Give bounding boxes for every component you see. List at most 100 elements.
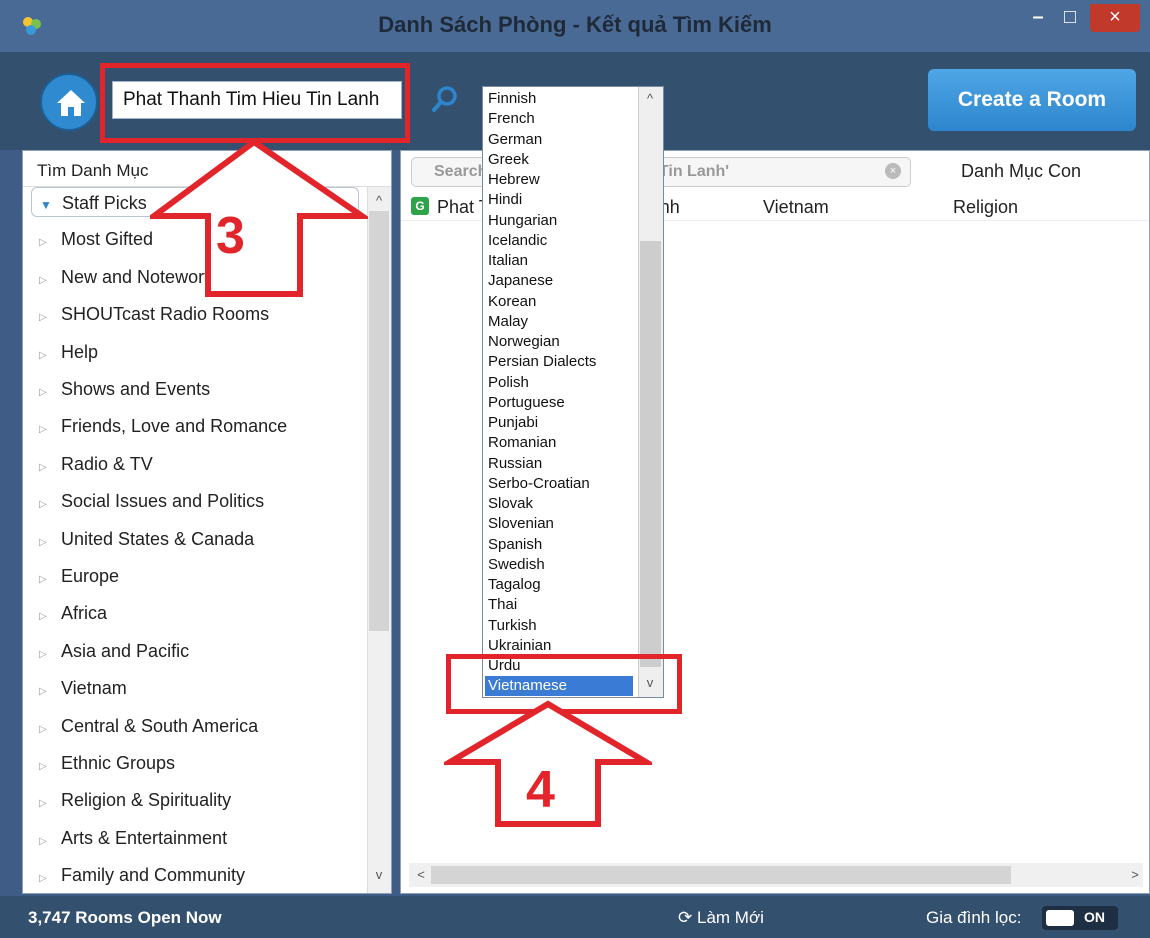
category-label: Shows and Events: [61, 379, 211, 399]
language-option[interactable]: German: [488, 130, 638, 150]
category-label: United States & Canada: [61, 528, 255, 549]
language-option[interactable]: Hungarian: [488, 211, 638, 231]
language-option[interactable]: Romanian: [488, 433, 638, 453]
language-option[interactable]: Japanese: [488, 271, 638, 291]
close-button[interactable]: ×: [1090, 4, 1140, 32]
language-option[interactable]: Polish: [488, 373, 638, 393]
search-icon[interactable]: [430, 84, 460, 114]
toggle-knob: [1046, 910, 1074, 926]
dropdown-scroll-thumb[interactable]: [640, 241, 661, 667]
language-option[interactable]: Slovenian: [488, 514, 638, 534]
language-option[interactable]: Serbo-Croatian: [488, 474, 638, 494]
collapsed-triangle-icon: ▷: [39, 499, 47, 511]
create-room-button[interactable]: Create a Room: [928, 69, 1136, 131]
scroll-right-icon[interactable]: >: [1125, 867, 1145, 882]
category-item[interactable]: ▷ Asia and Pacific: [39, 636, 359, 666]
window-title: Danh Sách Phòng - Kết quả Tìm Kiếm: [378, 12, 772, 37]
language-option[interactable]: Punjabi: [488, 413, 638, 433]
category-item[interactable]: ▷ Africa: [39, 598, 359, 628]
language-option[interactable]: Malay: [488, 312, 638, 332]
annotation-box-search: [100, 63, 410, 143]
language-option[interactable]: French: [488, 109, 638, 129]
room-category: Religion: [953, 197, 1019, 217]
category-label: Family and Community: [61, 865, 246, 886]
category-label: Arts & Entertainment: [61, 827, 228, 848]
category-item[interactable]: ▷ Arts & Entertainment: [39, 823, 359, 853]
language-option[interactable]: Icelandic: [488, 231, 638, 251]
family-filter-toggle[interactable]: ON: [1042, 906, 1118, 930]
collapsed-triangle-icon: ▷: [39, 387, 47, 398]
category-label: Radio & TV: [61, 453, 153, 474]
category-item[interactable]: ▷ Social Issues and Politics: [39, 486, 359, 516]
clear-search-icon[interactable]: ×: [885, 163, 901, 179]
collapsed-triangle-icon: ▷: [39, 835, 47, 847]
category-label: Ethnic Groups: [61, 753, 176, 773]
collapsed-triangle-icon: ▷: [39, 274, 47, 286]
category-label: Central & South America: [61, 715, 259, 736]
category-item[interactable]: ▷ Shows and Events: [39, 374, 359, 404]
language-option[interactable]: Finnish: [488, 89, 638, 109]
dropdown-scroll-up-icon[interactable]: ^: [640, 91, 660, 106]
language-option[interactable]: Swedish: [488, 555, 638, 575]
home-button[interactable]: [40, 73, 98, 131]
category-item[interactable]: ▷ Vietnam: [39, 673, 359, 703]
category-item[interactable]: ▷ Religion & Spirituality: [39, 785, 359, 815]
category-label: SHOUTcast Radio Rooms: [61, 304, 270, 325]
room-type-icon: G: [411, 197, 429, 215]
category-label: Help: [61, 341, 99, 362]
app-window: Danh Sách Phòng - Kết quả Tìm Kiếm – □ ×…: [0, 0, 1150, 938]
refresh-button[interactable]: ⟳ Làm Mới: [678, 908, 764, 928]
collapsed-triangle-icon: ▷: [39, 349, 47, 361]
collapsed-triangle-icon: ▷: [39, 798, 47, 810]
room-country: Vietnam: [763, 197, 829, 217]
category-label: Asia and Pacific: [61, 640, 190, 661]
title-bar: Danh Sách Phòng - Kết quả Tìm Kiếm – □ ×: [0, 0, 1150, 52]
category-label: Most Gifted: [61, 229, 154, 250]
language-option[interactable]: Norwegian: [488, 332, 638, 352]
collapsed-triangle-icon: ▷: [39, 686, 47, 698]
collapsed-triangle-icon: ▷: [39, 424, 47, 436]
maximize-button[interactable]: □: [1050, 4, 1090, 32]
toggle-label: ON: [1084, 909, 1105, 925]
language-option[interactable]: Russian: [488, 454, 638, 474]
category-item[interactable]: ▷ United States & Canada: [39, 524, 359, 554]
category-item[interactable]: ▷ Europe: [39, 561, 359, 591]
category-label: Staff Picks: [62, 193, 147, 213]
language-option[interactable]: Portuguese: [488, 393, 638, 413]
language-option[interactable]: Turkish: [488, 616, 638, 636]
category-item[interactable]: ▷ Friends, Love and Romance: [39, 411, 359, 441]
category-label: Europe: [61, 566, 120, 586]
language-option[interactable]: Hindi: [488, 190, 638, 210]
language-option[interactable]: Hebrew: [488, 170, 638, 190]
annotation-step-4: 4: [526, 761, 555, 819]
scroll-up-icon[interactable]: ^: [369, 193, 389, 208]
collapsed-triangle-icon: ▷: [39, 237, 47, 249]
language-option[interactable]: Spanish: [488, 535, 638, 555]
category-label: Vietnam: [61, 678, 127, 699]
horizontal-scroll-thumb[interactable]: [431, 866, 1011, 884]
collapsed-triangle-icon: ▷: [39, 723, 47, 735]
language-dropdown-list[interactable]: ^ v Finnish French German Greek Hebrew Hindi H…: [482, 86, 664, 698]
category-item[interactable]: ▷ Radio & TV: [39, 449, 359, 479]
language-option[interactable]: Persian Dialects: [488, 352, 638, 372]
language-option[interactable]: Tagalog: [488, 575, 638, 595]
category-scroll-thumb[interactable]: [369, 211, 389, 631]
language-option[interactable]: Greek: [488, 150, 638, 170]
category-item[interactable]: ▷ SHOUTcast Radio Rooms: [39, 299, 359, 329]
refresh-label: Làm Mới: [696, 908, 764, 927]
annotation-step-3: 3: [216, 207, 245, 265]
scroll-left-icon[interactable]: <: [411, 867, 431, 882]
category-item[interactable]: ▷ Central & South America: [39, 711, 359, 741]
category-item[interactable]: ▷ Family and Community: [39, 860, 359, 890]
language-option[interactable]: Ukrainian: [488, 636, 638, 656]
language-option[interactable]: Korean: [488, 292, 638, 312]
language-option[interactable]: Slovak: [488, 494, 638, 514]
language-option[interactable]: Thai: [488, 595, 638, 615]
scroll-down-icon[interactable]: v: [369, 867, 389, 882]
category-item[interactable]: ▷ Ethnic Groups: [39, 748, 359, 778]
rooms-count: 3,747 Rooms Open Now: [28, 908, 222, 927]
category-label: Friends, Love and Romance: [61, 416, 288, 437]
annotation-arrow-up-icon: [150, 138, 368, 297]
category-item[interactable]: ▷ Help: [39, 337, 359, 367]
language-option[interactable]: Italian: [488, 251, 638, 271]
